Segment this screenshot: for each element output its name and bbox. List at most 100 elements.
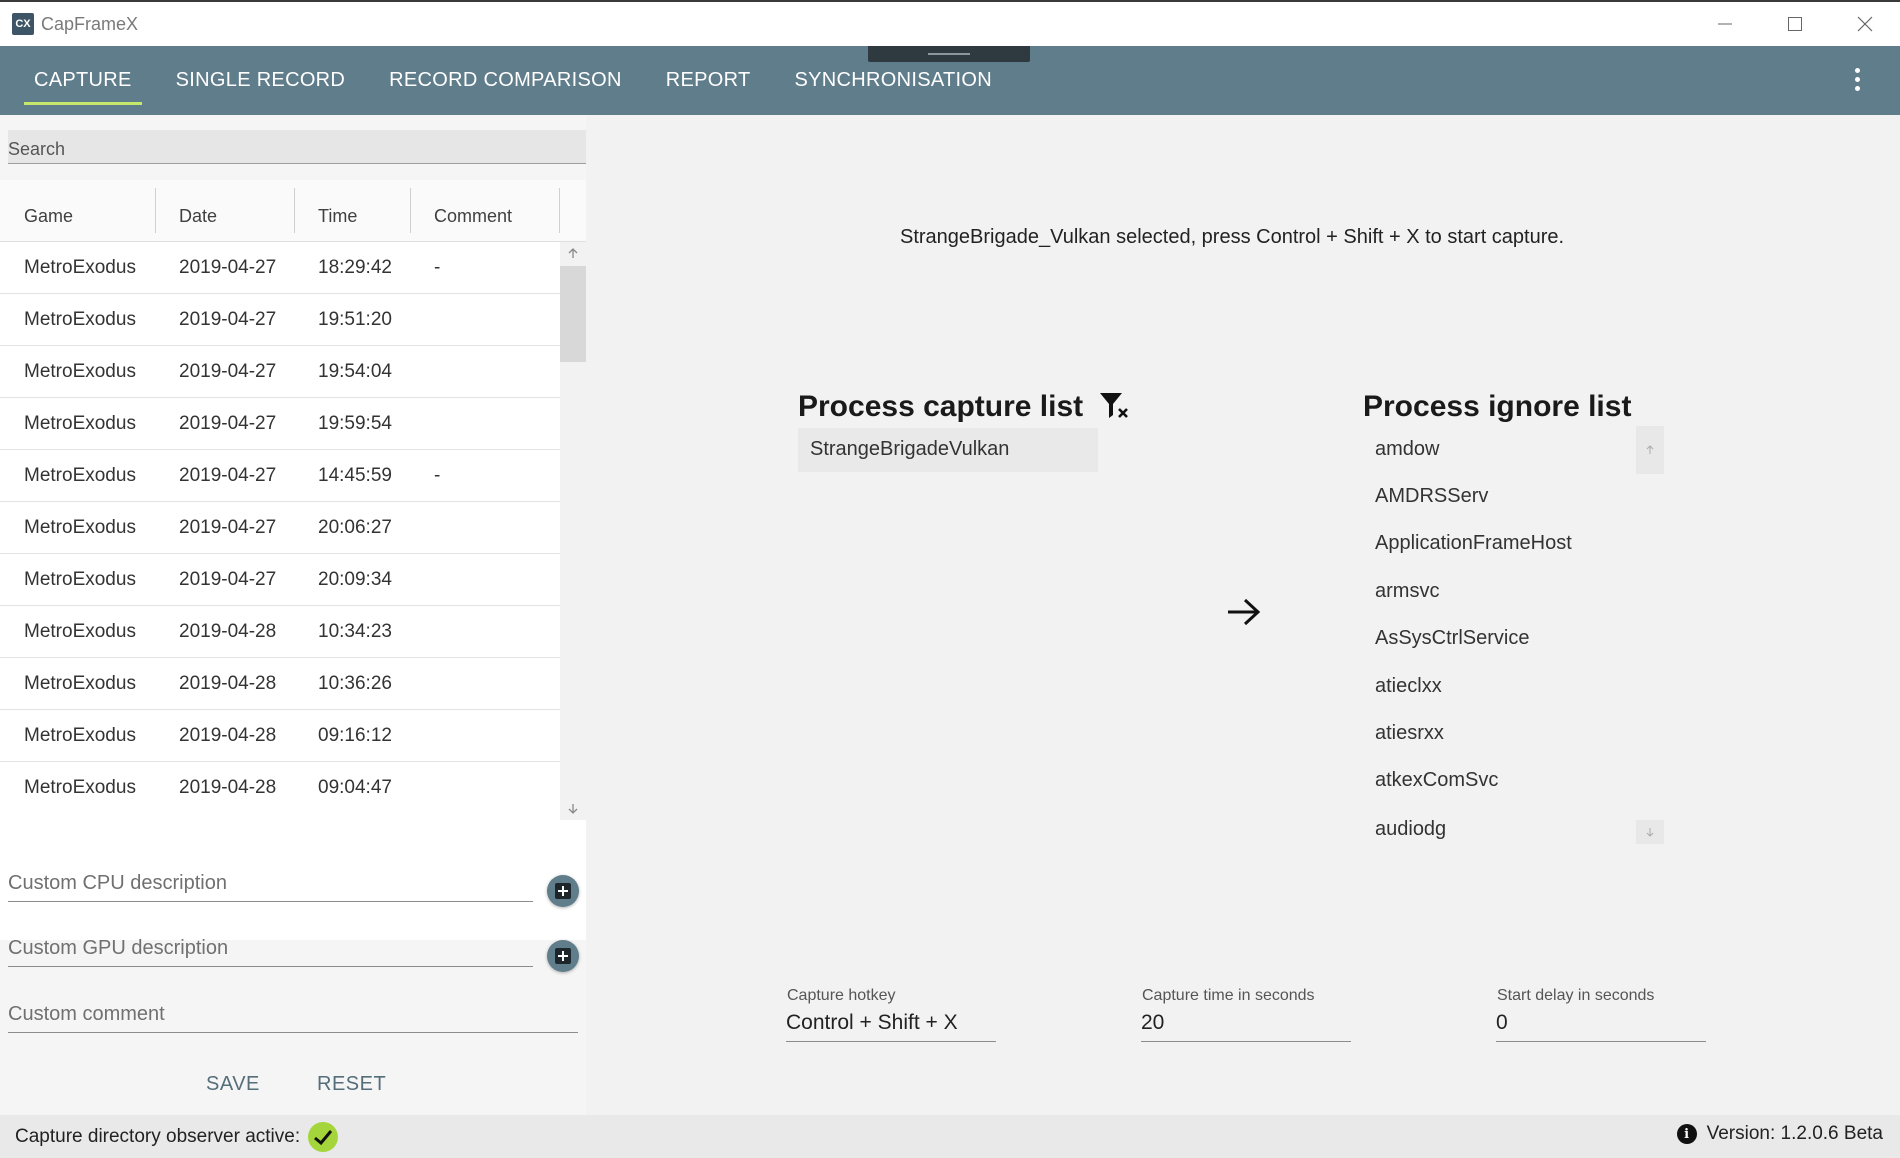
cell-time: 19:59:54 <box>318 412 392 434</box>
status-bar: Capture directory observer active: i Ver… <box>0 1115 1900 1158</box>
table-row[interactable]: MetroExodus 2019-04-28 10:34:23 <box>0 606 560 658</box>
tab-single-record[interactable]: SINGLE RECORD <box>154 46 368 115</box>
drag-handle[interactable] <box>868 46 1030 62</box>
ignore-scroll-up-icon[interactable] <box>1636 426 1664 474</box>
comment-field[interactable]: Custom comment <box>8 1003 578 1033</box>
ignore-list-item[interactable]: atkexComSvc <box>1375 769 1498 792</box>
ignore-list-title: Process ignore list <box>1363 390 1632 423</box>
add-cpu-button[interactable] <box>547 875 579 907</box>
cell-date: 2019-04-27 <box>179 360 277 382</box>
cpu-description-field[interactable]: Custom CPU description <box>8 872 533 902</box>
table-row[interactable]: MetroExodus 2019-04-28 10:36:26 <box>0 658 560 710</box>
cell-date: 2019-04-28 <box>179 620 277 642</box>
clear-filter-icon[interactable] <box>1098 390 1132 427</box>
gpu-description-field[interactable]: Custom GPU description <box>8 937 533 967</box>
table-row[interactable]: MetroExodus 2019-04-28 09:16:12 <box>0 710 560 762</box>
tab-record-comparison[interactable]: RECORD COMPARISON <box>367 46 644 115</box>
column-header-comment[interactable]: Comment <box>410 180 560 241</box>
ignore-list-item[interactable]: audiodg <box>1375 818 1446 841</box>
record-panel: Game Date Time Comment MetroExodus 2019-0… <box>0 115 586 1115</box>
start-delay-label: Start delay in seconds <box>1497 987 1655 1004</box>
tab-report[interactable]: REPORT <box>644 46 773 115</box>
close-icon <box>1857 16 1873 32</box>
save-button[interactable]: SAVE <box>206 1073 260 1096</box>
cell-game: MetroExodus <box>24 568 136 590</box>
info-icon[interactable]: i <box>1676 1124 1697 1144</box>
table-body: MetroExodus 2019-04-27 18:29:42 - MetroExod… <box>0 242 586 812</box>
table-row[interactable]: MetroExodus 2019-04-27 18:29:42 - <box>0 242 560 294</box>
cell-date: 2019-04-28 <box>179 724 277 746</box>
more-menu-icon[interactable] <box>1852 68 1862 94</box>
cell-time: 19:54:04 <box>318 360 392 382</box>
column-header-time[interactable]: Time <box>294 180 410 241</box>
column-header-game[interactable]: Game <box>0 180 155 241</box>
cell-game: MetroExodus <box>24 776 136 798</box>
cell-time: 10:34:23 <box>318 620 392 642</box>
cell-game: MetroExodus <box>24 724 136 746</box>
scroll-up-arrow-icon[interactable] <box>560 242 586 264</box>
cell-date: 2019-04-27 <box>179 256 277 278</box>
version-info: i Version: 1.2.0.6 Beta <box>1676 1123 1883 1145</box>
cell-time: 20:09:34 <box>318 568 392 590</box>
table-row[interactable]: MetroExodus 2019-04-27 14:45:59 - <box>0 450 560 502</box>
table-row[interactable]: MetroExodus 2019-04-27 19:59:54 <box>0 398 560 450</box>
table-row[interactable]: MetroExodus 2019-04-27 19:51:20 <box>0 294 560 346</box>
title-bar: CX CapFrameX <box>0 0 1900 46</box>
capture-list-item[interactable]: StrangeBrigadeVulkan <box>798 428 1098 472</box>
tab-capture[interactable]: CAPTURE <box>12 46 154 115</box>
cell-date: 2019-04-27 <box>179 568 277 590</box>
cell-time: 20:06:27 <box>318 516 392 538</box>
ignore-scroll-down-icon[interactable] <box>1636 820 1664 844</box>
minimize-button[interactable] <box>1690 2 1760 46</box>
cell-time: 14:45:59 <box>318 464 392 486</box>
cell-time: 19:51:20 <box>318 308 392 330</box>
capture-time-input[interactable]: 20 <box>1141 1011 1351 1042</box>
records-table: Game Date Time Comment MetroExodus 2019-0… <box>0 180 586 940</box>
column-header-date[interactable]: Date <box>155 180 294 241</box>
close-button[interactable] <box>1830 2 1900 46</box>
ignore-list-item[interactable]: ApplicationFrameHost <box>1375 532 1572 555</box>
arrow-right-icon[interactable] <box>1226 596 1262 633</box>
table-row[interactable]: MetroExodus 2019-04-27 20:09:34 <box>0 554 560 606</box>
ignore-list-item[interactable]: AsSysCtrlService <box>1375 627 1529 650</box>
cell-time: 09:04:47 <box>318 776 392 798</box>
cell-game: MetroExodus <box>24 672 136 694</box>
ignore-list-item[interactable]: AMDRSServ <box>1375 485 1488 508</box>
plus-icon <box>555 883 571 899</box>
cell-game: MetroExodus <box>24 308 136 330</box>
maximize-button[interactable] <box>1760 2 1830 46</box>
scroll-thumb[interactable] <box>560 266 586 362</box>
table-row[interactable]: MetroExodus 2019-04-28 09:04:47 <box>0 762 560 812</box>
plus-icon <box>555 948 571 964</box>
reset-button[interactable]: RESET <box>317 1073 386 1096</box>
cell-game: MetroExodus <box>24 256 136 278</box>
cell-date: 2019-04-28 <box>179 672 277 694</box>
ignore-list-item[interactable]: amdow <box>1375 438 1439 461</box>
app-logo: CX <box>12 13 34 35</box>
check-icon <box>308 1121 339 1152</box>
table-row[interactable]: MetroExodus 2019-04-27 19:54:04 <box>0 346 560 398</box>
cell-time: 10:36:26 <box>318 672 392 694</box>
hotkey-label: Capture hotkey <box>787 987 896 1004</box>
start-delay-input[interactable]: 0 <box>1496 1011 1706 1042</box>
capture-status-message: StrangeBrigade_Vulkan selected, press Co… <box>900 226 1565 248</box>
cell-game: MetroExodus <box>24 464 136 486</box>
cell-date: 2019-04-27 <box>179 516 277 538</box>
add-gpu-button[interactable] <box>547 940 579 972</box>
window-title: CapFrameX <box>41 13 139 34</box>
ignore-list-item[interactable]: armsvc <box>1375 580 1439 603</box>
table-header: Game Date Time Comment <box>0 180 586 242</box>
main-nav: CAPTURE SINGLE RECORD RECORD COMPARISON … <box>0 46 1900 115</box>
maximize-icon <box>1788 17 1802 31</box>
hotkey-input[interactable]: Control + Shift + X <box>786 1011 996 1042</box>
ignore-list-item[interactable]: atieclxx <box>1375 675 1442 698</box>
cell-date: 2019-04-27 <box>179 412 277 434</box>
ignore-list-item[interactable]: atiesrxx <box>1375 722 1444 745</box>
table-scrollbar[interactable] <box>560 242 586 820</box>
scroll-down-arrow-icon[interactable] <box>560 798 586 820</box>
cell-date: 2019-04-28 <box>179 776 277 798</box>
cell-time: 09:16:12 <box>318 724 392 746</box>
table-row[interactable]: MetroExodus 2019-04-27 20:06:27 <box>0 502 560 554</box>
cell-comment: - <box>434 256 441 278</box>
search-input[interactable] <box>8 130 586 164</box>
